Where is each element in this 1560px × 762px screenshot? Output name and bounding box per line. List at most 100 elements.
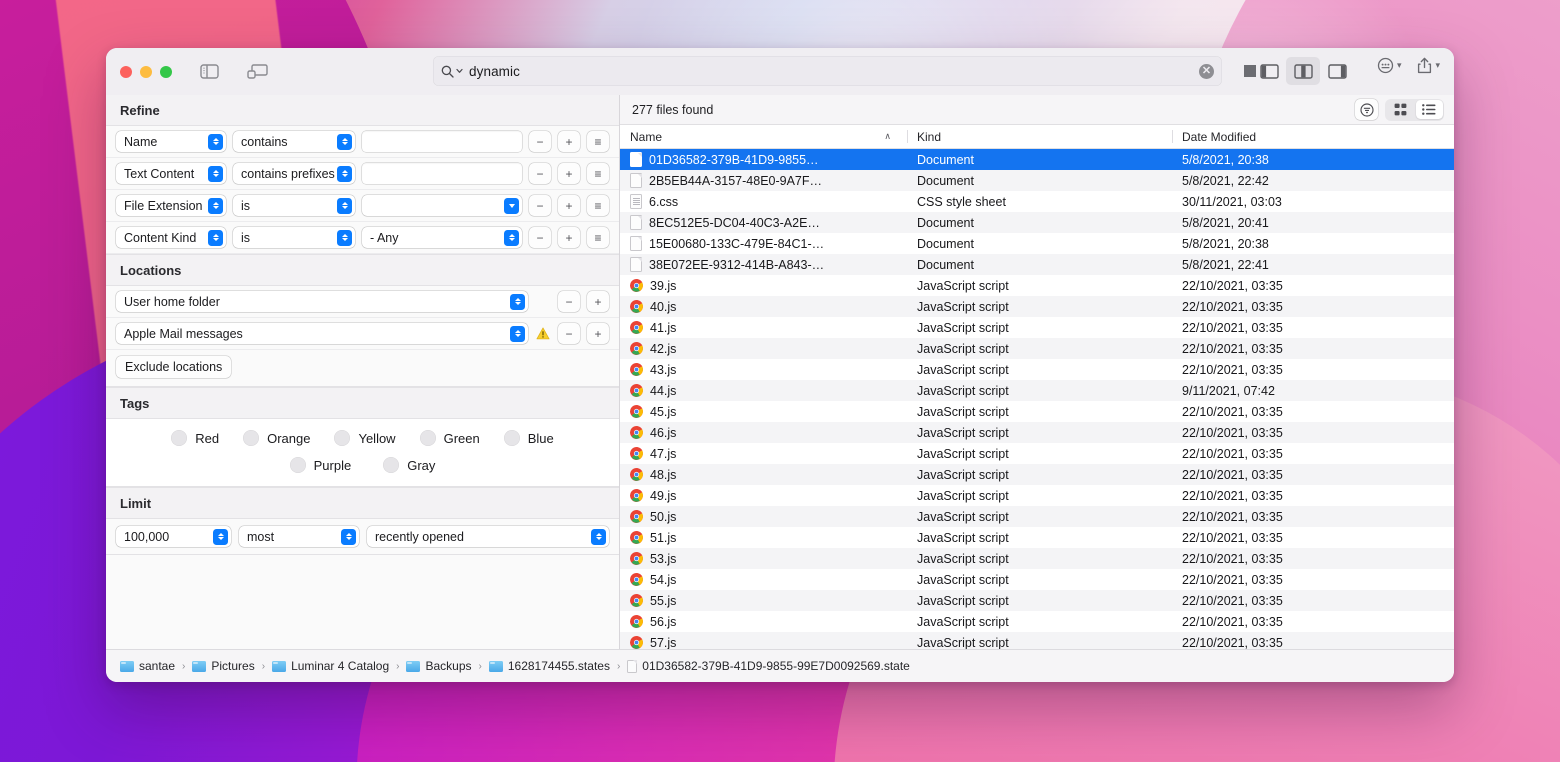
table-row[interactable]: 01D36582-379B-41D9-9855…Document5/8/2021… <box>620 149 1454 170</box>
refine-attribute-popup[interactable]: Text Content <box>116 163 226 184</box>
breadcrumb-item[interactable]: 1628174455.states <box>489 659 610 673</box>
row-kind-cell: JavaScript script <box>907 615 1172 629</box>
limit-criterion-popup[interactable]: recently opened <box>367 526 609 547</box>
table-row[interactable]: 43.jsJavaScript script22/10/2021, 03:35 <box>620 359 1454 380</box>
refine-remove-button[interactable]: − <box>529 195 551 216</box>
table-row[interactable]: 55.jsJavaScript script22/10/2021, 03:35 <box>620 590 1454 611</box>
table-row[interactable]: 15E00680-133C-479E-84C1-…Document5/8/202… <box>620 233 1454 254</box>
table-row[interactable]: 53.jsJavaScript script22/10/2021, 03:35 <box>620 548 1454 569</box>
split-view-icon[interactable] <box>1286 57 1320 85</box>
search-input-value[interactable]: dynamic <box>469 64 520 79</box>
refine-add-button[interactable]: + <box>558 131 580 152</box>
table-row[interactable]: 2B5EB44A-3157-48E0-9A7F…Document5/8/2021… <box>620 170 1454 191</box>
table-row[interactable]: 56.jsJavaScript script22/10/2021, 03:35 <box>620 611 1454 632</box>
refine-value-input[interactable] <box>362 131 522 152</box>
chrome-file-icon <box>630 384 643 397</box>
refine-operator-popup[interactable]: contains <box>233 131 355 152</box>
table-row[interactable]: 40.jsJavaScript script22/10/2021, 03:35 <box>620 296 1454 317</box>
location-value: Apple Mail messages <box>124 327 243 341</box>
close-button[interactable] <box>120 66 132 78</box>
table-row[interactable]: 8EC512E5-DC04-40C3-A2E…Document5/8/2021,… <box>620 212 1454 233</box>
location-remove-button[interactable]: − <box>558 323 580 344</box>
sidebar-left-view-icon[interactable] <box>1252 57 1286 85</box>
table-row[interactable]: 38E072EE-9312-414B-A843-…Document5/8/202… <box>620 254 1454 275</box>
tag-option-red[interactable]: Red <box>171 430 219 446</box>
refine-add-button[interactable]: + <box>558 195 580 216</box>
tag-option-orange[interactable]: Orange <box>243 430 310 446</box>
tag-option-gray[interactable]: Gray <box>383 457 435 473</box>
more-actions-button[interactable]: ▾ <box>1377 57 1402 74</box>
tag-option-yellow[interactable]: Yellow <box>334 430 395 446</box>
refine-options-button[interactable]: ≡ <box>587 227 609 248</box>
table-row[interactable]: 45.jsJavaScript script22/10/2021, 03:35 <box>620 401 1454 422</box>
table-row[interactable]: 54.jsJavaScript script22/10/2021, 03:35 <box>620 569 1454 590</box>
row-kind-cell: JavaScript script <box>907 573 1172 587</box>
tag-option-purple[interactable]: Purple <box>290 457 352 473</box>
filter-sort-icon[interactable] <box>1355 99 1378 120</box>
refine-attribute-popup[interactable]: Content Kind <box>116 227 226 248</box>
limit-qualifier-popup[interactable]: most <box>239 526 359 547</box>
refine-operator-popup[interactable]: contains prefixes <box>233 163 355 184</box>
refine-remove-button[interactable]: − <box>529 131 551 152</box>
row-date-cell: 9/11/2021, 07:42 <box>1172 384 1454 398</box>
refine-attribute-popup[interactable]: File Extension <box>116 195 226 216</box>
table-row[interactable]: 39.jsJavaScript script22/10/2021, 03:35 <box>620 275 1454 296</box>
refine-value-popup[interactable]: - Any <box>362 227 522 248</box>
chrome-file-icon <box>630 615 643 628</box>
column-header-date-modified[interactable]: Date Modified <box>1172 125 1454 148</box>
clear-search-icon[interactable]: ✕ <box>1199 64 1214 79</box>
location-add-button[interactable]: + <box>587 323 609 344</box>
table-row[interactable]: 51.jsJavaScript script22/10/2021, 03:35 <box>620 527 1454 548</box>
table-row[interactable]: 49.jsJavaScript script22/10/2021, 03:35 <box>620 485 1454 506</box>
minimize-button[interactable] <box>140 66 152 78</box>
table-row[interactable]: 42.jsJavaScript script22/10/2021, 03:35 <box>620 338 1454 359</box>
table-row[interactable]: 46.jsJavaScript script22/10/2021, 03:35 <box>620 422 1454 443</box>
breadcrumb-item[interactable]: 01D36582-379B-41D9-9855-99E7D0092569.sta… <box>627 659 910 673</box>
sidebar-toggle-icon[interactable] <box>198 61 220 83</box>
sidebar-right-view-icon[interactable] <box>1320 57 1354 85</box>
refine-add-button[interactable]: + <box>558 227 580 248</box>
search-field[interactable]: dynamic ✕ <box>433 56 1222 86</box>
table-row[interactable]: 44.jsJavaScript script9/11/2021, 07:42 <box>620 380 1454 401</box>
column-header-kind[interactable]: Kind <box>907 125 1172 148</box>
breadcrumb-item[interactable]: Pictures <box>192 659 254 673</box>
share-button[interactable]: ▾ <box>1417 57 1440 74</box>
refine-value-input[interactable] <box>362 163 522 184</box>
table-row[interactable]: 57.jsJavaScript script22/10/2021, 03:35 <box>620 632 1454 649</box>
refine-remove-button[interactable]: − <box>529 227 551 248</box>
row-date-cell: 22/10/2021, 03:35 <box>1172 510 1454 524</box>
location-add-button[interactable]: + <box>587 291 609 312</box>
exclude-locations-button[interactable]: Exclude locations <box>116 356 231 378</box>
row-date-cell: 22/10/2021, 03:35 <box>1172 531 1454 545</box>
breadcrumb-item[interactable]: Backups <box>406 659 471 673</box>
limit-count-popup[interactable]: 100,000 <box>116 526 231 547</box>
location-popup[interactable]: Apple Mail messages <box>116 323 528 344</box>
refine-operator-popup[interactable]: is <box>233 227 355 248</box>
refine-attribute-popup[interactable]: Name <box>116 131 226 152</box>
list-view-icon[interactable] <box>1416 100 1443 119</box>
refine-options-button[interactable]: ≡ <box>587 195 609 216</box>
table-row[interactable]: 48.jsJavaScript script22/10/2021, 03:35 <box>620 464 1454 485</box>
refine-options-button[interactable]: ≡ <box>587 131 609 152</box>
table-row[interactable]: 50.jsJavaScript script22/10/2021, 03:35 <box>620 506 1454 527</box>
refine-options-button[interactable]: ≡ <box>587 163 609 184</box>
refine-add-button[interactable]: + <box>558 163 580 184</box>
tag-option-blue[interactable]: Blue <box>504 430 554 446</box>
table-row[interactable]: 41.jsJavaScript script22/10/2021, 03:35 <box>620 317 1454 338</box>
tag-option-green[interactable]: Green <box>420 430 480 446</box>
breadcrumb-item[interactable]: Luminar 4 Catalog <box>272 659 389 673</box>
zoom-button[interactable] <box>160 66 172 78</box>
refine-remove-button[interactable]: − <box>529 163 551 184</box>
refine-operator-popup[interactable]: is <box>233 195 355 216</box>
location-popup[interactable]: User home folder <box>116 291 528 312</box>
refine-operator-value: contains <box>241 135 288 149</box>
location-remove-button[interactable]: − <box>558 291 580 312</box>
column-header-name[interactable]: Name ∧ <box>620 125 907 148</box>
refine-value-combobox[interactable] <box>362 195 522 216</box>
results-row-list[interactable]: 01D36582-379B-41D9-9855…Document5/8/2021… <box>620 149 1454 649</box>
group-items-icon[interactable] <box>246 61 268 83</box>
grid-view-icon[interactable] <box>1387 100 1414 119</box>
table-row[interactable]: 6.cssCSS style sheet30/11/2021, 03:03 <box>620 191 1454 212</box>
breadcrumb-item[interactable]: santae <box>120 659 175 673</box>
table-row[interactable]: 47.jsJavaScript script22/10/2021, 03:35 <box>620 443 1454 464</box>
